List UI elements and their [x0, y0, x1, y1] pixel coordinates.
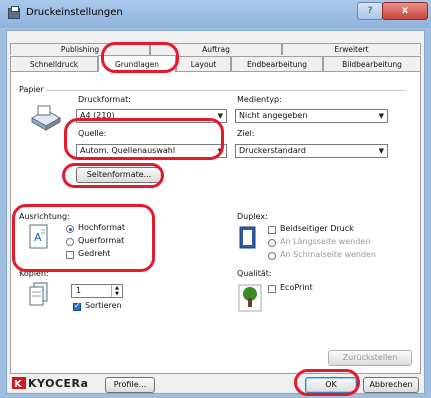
- abbrechen-button[interactable]: Abbrechen: [363, 377, 419, 393]
- tab-bildbearbeitung[interactable]: Bildbearbeitung: [323, 56, 421, 71]
- dialog-window: Druckeinstellungen ? x Publishing Auftra…: [0, 0, 431, 398]
- ziel-select[interactable]: Druckerstandard ▼: [235, 144, 388, 158]
- medientyp-value: Nicht angegeben: [239, 111, 308, 120]
- spinner-arrows-icon[interactable]: ▲ ▼: [111, 285, 122, 297]
- ecoprint-label: EcoPrint: [280, 283, 313, 292]
- profile-button[interactable]: Profile...: [105, 377, 155, 393]
- zuruecksetzen-button[interactable]: Zurückstellen: [328, 350, 412, 366]
- quelle-select[interactable]: Autom. Quellenauswahl ▼: [76, 144, 227, 158]
- beidseitig-label: Beidseitiger Druck: [280, 224, 354, 233]
- chevron-down-icon: ▼: [378, 147, 384, 155]
- quelle-label: Quelle:: [78, 129, 107, 138]
- querformat-radio[interactable]: [66, 238, 74, 246]
- portrait-page-icon: A: [29, 224, 48, 249]
- sortieren-checkbox[interactable]: [73, 301, 81, 311]
- laengsseite-label: An Längsseite wenden: [280, 237, 371, 246]
- tab-page-grundlagen: Papier Druckformat: A4 (210) ▼ Medientyp…: [10, 71, 421, 374]
- ausrichtung-label: Ausrichtung:: [19, 212, 70, 221]
- dialog-body: Publishing Auftrag Erweitert Schnelldruc…: [6, 30, 425, 394]
- ziel-label: Ziel:: [237, 129, 255, 138]
- brand-text: KYOCERa: [28, 376, 89, 390]
- ziel-value: Druckerstandard: [239, 146, 306, 155]
- hochformat-label: Hochformat: [78, 223, 126, 232]
- ok-button[interactable]: OK: [305, 377, 357, 393]
- paper-tray-icon: [30, 105, 62, 131]
- tab-grundlagen[interactable]: Grundlagen: [98, 55, 176, 72]
- quelle-value: Autom. Quellenauswahl: [80, 146, 176, 155]
- duplex-page-icon: [239, 226, 256, 249]
- kyocera-logo: K KYOCERa: [12, 375, 88, 391]
- qualitaet-label: Qualität:: [237, 269, 272, 278]
- beidseitig-checkbox[interactable]: [268, 226, 276, 234]
- tab-publishing[interactable]: Publishing: [10, 43, 150, 55]
- querformat-label: Querformat: [78, 236, 125, 245]
- svg-text:A: A: [34, 231, 42, 244]
- copies-icon: [29, 282, 48, 306]
- tab-erweitert[interactable]: Erweitert: [282, 43, 421, 55]
- chevron-down-icon: ▼: [217, 147, 223, 155]
- chevron-down-icon: ▼: [217, 112, 223, 120]
- chevron-down-icon: ▼: [378, 112, 384, 120]
- close-button[interactable]: x: [382, 2, 428, 20]
- tab-layout[interactable]: Layout: [176, 56, 231, 71]
- tab-endbearbeitung[interactable]: Endbearbeitung: [231, 56, 323, 71]
- medientyp-label: Medientyp:: [237, 95, 282, 104]
- kopien-value: 1: [76, 286, 82, 295]
- schmalseite-label: An Schmalseite wenden: [280, 250, 377, 259]
- kopien-label: Kopien:: [19, 269, 49, 278]
- svg-text:K: K: [14, 379, 23, 389]
- sortieren-label: Sortieren: [85, 301, 122, 310]
- druckformat-value: A4 (210): [80, 111, 115, 120]
- druckformat-label: Druckformat:: [78, 95, 131, 104]
- hochformat-radio[interactable]: [66, 225, 74, 233]
- window-title: Druckeinstellungen: [26, 7, 123, 18]
- laengsseite-radio[interactable]: [268, 239, 276, 247]
- gedreht-checkbox[interactable]: [66, 251, 74, 259]
- duplex-label: Duplex:: [237, 212, 268, 221]
- ecoprint-tree-icon: [238, 284, 262, 312]
- group-label-papier: Papier: [19, 85, 44, 94]
- title-bar: Druckeinstellungen ? x: [0, 0, 431, 28]
- seitenformate-button[interactable]: Seitenformate...: [76, 167, 162, 183]
- tab-schnelldruck[interactable]: Schnelldruck: [10, 56, 98, 71]
- help-button[interactable]: ?: [357, 2, 383, 20]
- group-divider: [46, 90, 406, 91]
- kopien-spinner[interactable]: 1 ▲ ▼: [71, 284, 123, 298]
- ecoprint-checkbox[interactable]: [268, 285, 276, 293]
- schmalseite-radio[interactable]: [268, 252, 276, 260]
- gedreht-label: Gedreht: [78, 249, 111, 258]
- kyocera-logo-icon: K: [12, 377, 26, 389]
- printer-icon: [8, 6, 20, 19]
- druckformat-select[interactable]: A4 (210) ▼: [76, 109, 227, 123]
- tab-auftrag[interactable]: Auftrag: [150, 43, 282, 55]
- medientyp-select[interactable]: Nicht angegeben ▼: [235, 109, 388, 123]
